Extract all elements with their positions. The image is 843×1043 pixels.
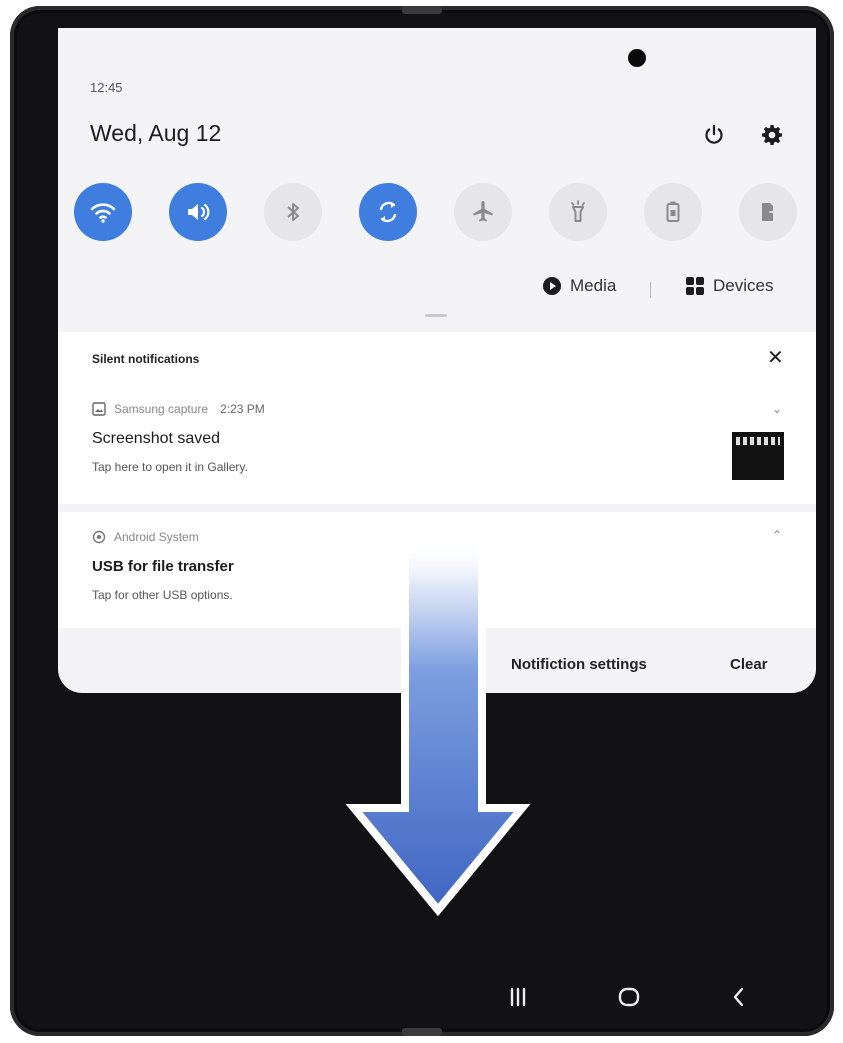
panel-drag-handle[interactable] [425, 314, 447, 317]
silent-notifications-label: Silent notifications [92, 352, 200, 366]
devices-button[interactable]: Devices [685, 276, 773, 296]
device-share-toggle[interactable] [739, 183, 797, 241]
wifi-icon [90, 203, 116, 223]
media-devices-bar: Media Devices [58, 276, 816, 306]
sound-icon [188, 203, 210, 221]
home-icon [618, 987, 640, 1007]
sound-toggle[interactable] [169, 183, 227, 241]
device-share-icon [762, 203, 778, 221]
power-saving-icon [666, 201, 680, 222]
hinge-top [402, 6, 442, 14]
gear-icon[interactable] [757, 120, 787, 150]
bluetooth-icon [287, 203, 299, 221]
notification-panel[interactable]: 12:45 Wed, Aug 12 Media Devices Silent n… [58, 28, 816, 693]
notification-settings-button[interactable]: Notifiction settings [511, 656, 647, 673]
notification-title: Screenshot saved [92, 430, 221, 447]
devices-label: Devices [713, 276, 774, 295]
play-icon [543, 277, 561, 295]
devices-grid-icon [686, 277, 704, 295]
media-label: Media [570, 276, 617, 295]
android-settings-icon [92, 530, 106, 544]
notification-body: Tap here to open it in Gallery. [92, 460, 248, 474]
hinge-bottom [402, 1028, 442, 1036]
notification-meta: Samsung capture 2:23 PM [92, 402, 265, 416]
notification-meta: Android System [92, 530, 199, 544]
front-camera [628, 49, 646, 67]
power-icon[interactable] [699, 120, 729, 150]
navigation-bar [10, 966, 834, 1026]
home-button[interactable] [609, 980, 649, 1014]
chevron-up-icon[interactable]: ⌃ [772, 528, 782, 542]
auto-rotate-toggle[interactable] [359, 183, 417, 241]
power-saving-toggle[interactable] [644, 183, 702, 241]
auto-rotate-icon [379, 201, 397, 223]
notification-screenshot[interactable]: Samsung capture 2:23 PM ⌄ Screenshot sav… [58, 384, 816, 504]
clear-button[interactable]: Clear [730, 656, 768, 673]
silent-notifications-header: Silent notifications ✕ [58, 332, 816, 385]
notification-time: 2:23 PM [220, 402, 265, 416]
notification-body: Tap for other USB options. [92, 588, 233, 602]
notification-title: USB for file transfer [92, 558, 234, 575]
bluetooth-toggle[interactable] [264, 183, 322, 241]
notification-footer: Notifiction settings Clear [58, 628, 816, 693]
image-icon [92, 402, 106, 416]
panel-date: Wed, Aug 12 [90, 120, 222, 146]
recents-button[interactable] [498, 980, 538, 1014]
airplane-icon [473, 201, 493, 222]
notification-app-name: Samsung capture [114, 402, 209, 416]
quick-settings-row [74, 183, 802, 243]
flashlight-icon [571, 200, 585, 222]
airplane-toggle[interactable] [454, 183, 512, 241]
notification-app-name: Android System [114, 530, 199, 544]
media-button[interactable]: Media [542, 276, 616, 296]
screenshot-thumbnail[interactable] [732, 432, 784, 480]
chevron-down-icon[interactable]: ⌄ [772, 402, 782, 416]
recents-icon [510, 987, 526, 1007]
flashlight-toggle[interactable] [549, 183, 607, 241]
wifi-toggle[interactable] [74, 183, 132, 241]
notification-usb[interactable]: Android System ⌃ USB for file transfer T… [58, 512, 816, 628]
back-icon [733, 987, 744, 1007]
back-button[interactable] [719, 980, 759, 1014]
status-clock: 12:45 [90, 80, 123, 95]
close-icon[interactable]: ✕ [767, 345, 784, 370]
phone-frame: 12:45 Wed, Aug 12 Media Devices Silent n… [10, 6, 834, 1036]
divider [650, 282, 651, 298]
